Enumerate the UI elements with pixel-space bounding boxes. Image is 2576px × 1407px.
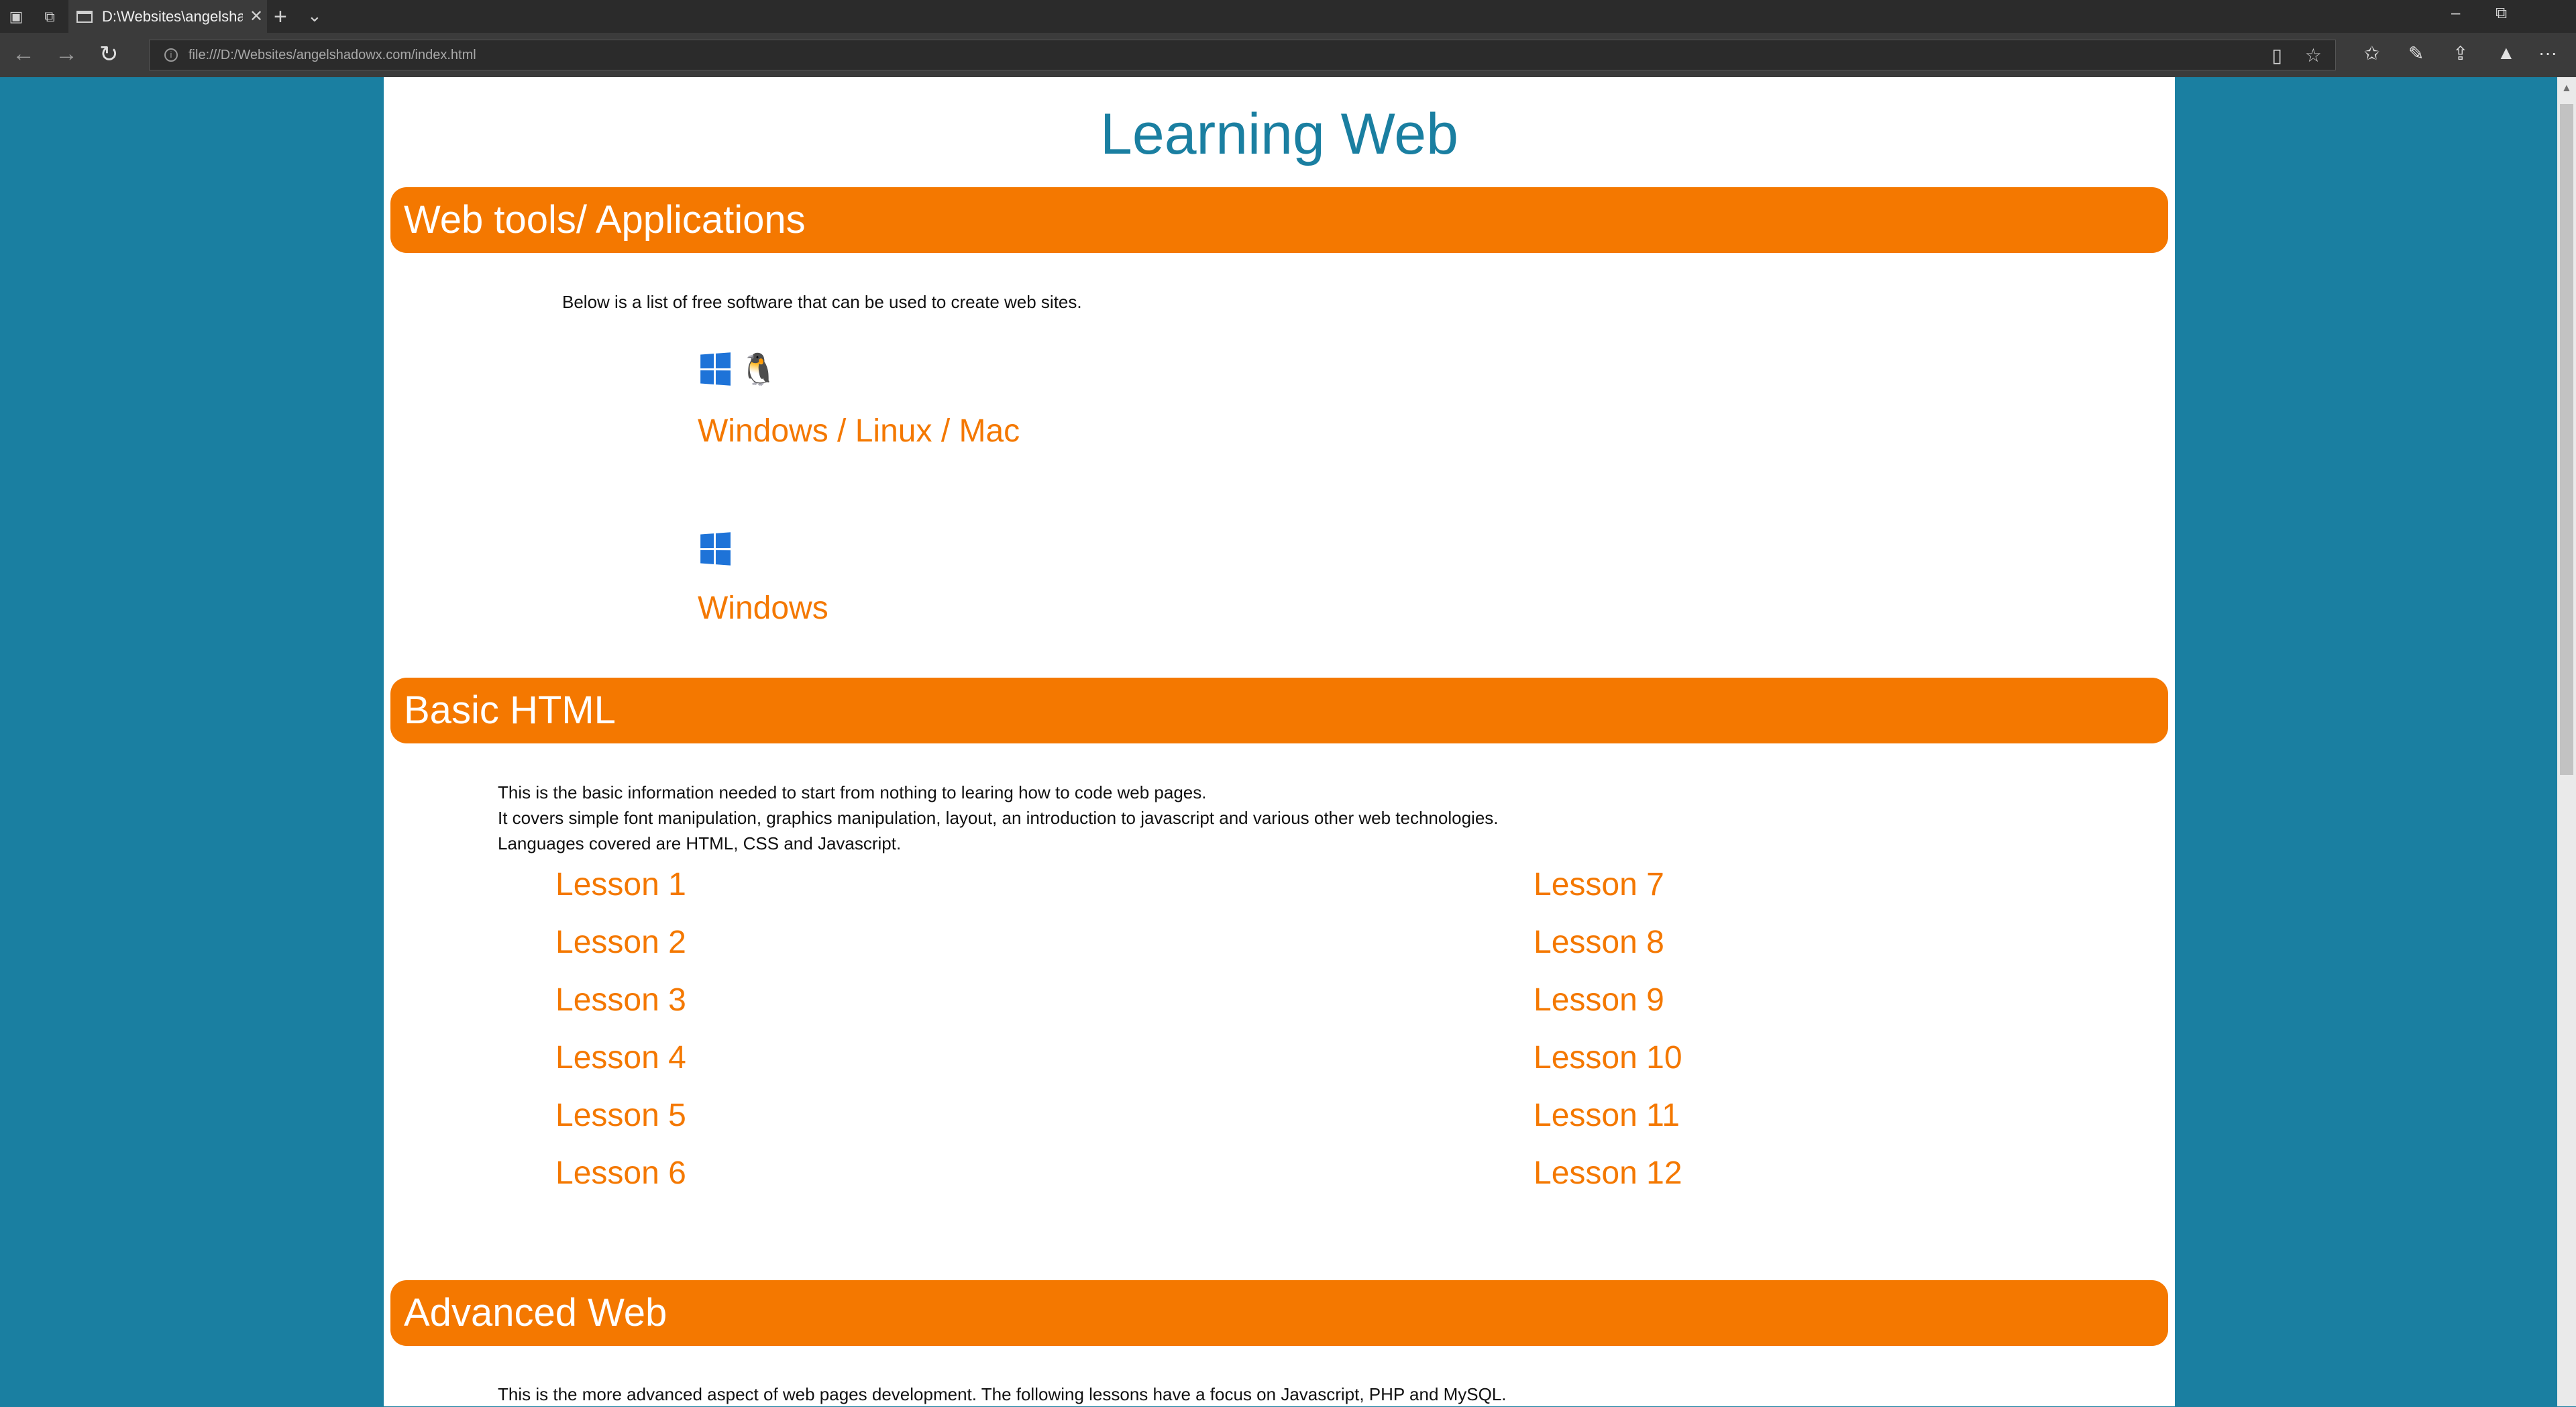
favorites-hub-icon[interactable]: ✩	[2364, 42, 2379, 64]
basic-intro-line-3: Languages covered are HTML, CSS and Java…	[498, 833, 902, 853]
more-menu-icon[interactable]: ···	[2538, 42, 2557, 64]
lesson-link[interactable]: Lesson 2	[555, 924, 686, 961]
tab-preview-icon[interactable]: ⧉	[36, 4, 63, 30]
section-header-basic-html: Basic HTML	[390, 678, 2168, 743]
lesson-link[interactable]: Lesson 7	[1534, 866, 1664, 903]
back-icon[interactable]: ←	[12, 41, 35, 67]
lesson-link[interactable]: Lesson 4	[555, 1039, 686, 1076]
forward-icon[interactable]: →	[55, 41, 78, 67]
address-bar[interactable]: i file:///D:/Websites/angelshadowx.com/i…	[149, 40, 2336, 70]
advanced-intro-text: This is the more advanced aspect of web …	[498, 1384, 1507, 1404]
browser-tab-bar: ▣ ⧉ D:\Websites\angelshad… ✕ + ⌄ – ⧉	[0, 0, 2576, 33]
link-windows-linux-mac[interactable]: Windows / Linux / Mac	[698, 413, 1020, 450]
tab-menu-chevron-icon[interactable]: ⌄	[307, 5, 322, 26]
minimize-icon[interactable]: –	[2451, 4, 2460, 23]
lesson-link[interactable]: Lesson 5	[555, 1097, 686, 1134]
lesson-link[interactable]: Lesson 8	[1534, 924, 1664, 961]
tab-close-icon[interactable]: ✕	[250, 7, 263, 26]
section-header-web-tools: Web tools/ Applications	[390, 187, 2168, 253]
basic-intro-line-1: This is the basic information needed to …	[498, 782, 1207, 802]
link-windows[interactable]: Windows	[698, 590, 828, 627]
lesson-link[interactable]: Lesson 10	[1534, 1039, 1682, 1076]
restore-icon[interactable]: ⧉	[2496, 4, 2507, 23]
basic-intro-line-2: It covers simple font manipulation, grap…	[498, 808, 1499, 828]
lesson-link[interactable]: Lesson 9	[1534, 982, 1664, 1019]
tab-title: D:\Websites\angelshad…	[102, 7, 243, 25]
favorite-star-icon[interactable]: ☆	[2305, 44, 2322, 66]
lesson-link[interactable]: Lesson 12	[1534, 1155, 1682, 1192]
linux-tux-icon: 🐧	[739, 352, 778, 386]
new-tab-icon[interactable]: +	[274, 4, 287, 30]
reading-view-icon[interactable]: ▯	[2271, 44, 2282, 66]
share-icon[interactable]: ⇪	[2453, 42, 2468, 64]
lesson-link[interactable]: Lesson 1	[555, 866, 686, 903]
address-url[interactable]: file:///D:/Websites/angelshadowx.com/ind…	[189, 48, 476, 63]
page-content: Learning Web Web tools/ Applications Bel…	[384, 77, 2175, 1406]
section-header-advanced-web: Advanced Web	[390, 1280, 2168, 1346]
scroll-thumb[interactable]	[2560, 104, 2573, 775]
tabs-aside-icon[interactable]: ▣	[3, 4, 30, 30]
browser-toolbar: ← → ↻ i file:///D:/Websites/angelshadowx…	[0, 33, 2576, 77]
refresh-icon[interactable]: ↻	[99, 41, 119, 68]
page-title: Learning Web	[1100, 102, 1458, 166]
platform-icons: 🐧	[699, 352, 787, 386]
tab-active[interactable]: D:\Websites\angelshad… ✕	[68, 0, 267, 33]
extension-icon[interactable]: ▲	[2497, 42, 2516, 64]
page-tab-icon	[76, 10, 93, 23]
scroll-up-arrow-icon[interactable]: ▲	[2561, 83, 2572, 95]
windows-icon	[700, 532, 731, 566]
windows-only-icon-row	[699, 532, 731, 566]
lesson-link[interactable]: Lesson 6	[555, 1155, 686, 1192]
page-scrollbar[interactable]: ▲	[2557, 77, 2576, 1406]
site-info-icon[interactable]: i	[164, 48, 178, 62]
tools-intro-text: Below is a list of free software that ca…	[562, 292, 1082, 312]
web-note-icon[interactable]: ✎	[2408, 42, 2424, 64]
windows-icon	[700, 352, 731, 386]
lesson-link[interactable]: Lesson 11	[1534, 1097, 1680, 1134]
lesson-link[interactable]: Lesson 3	[555, 982, 686, 1019]
